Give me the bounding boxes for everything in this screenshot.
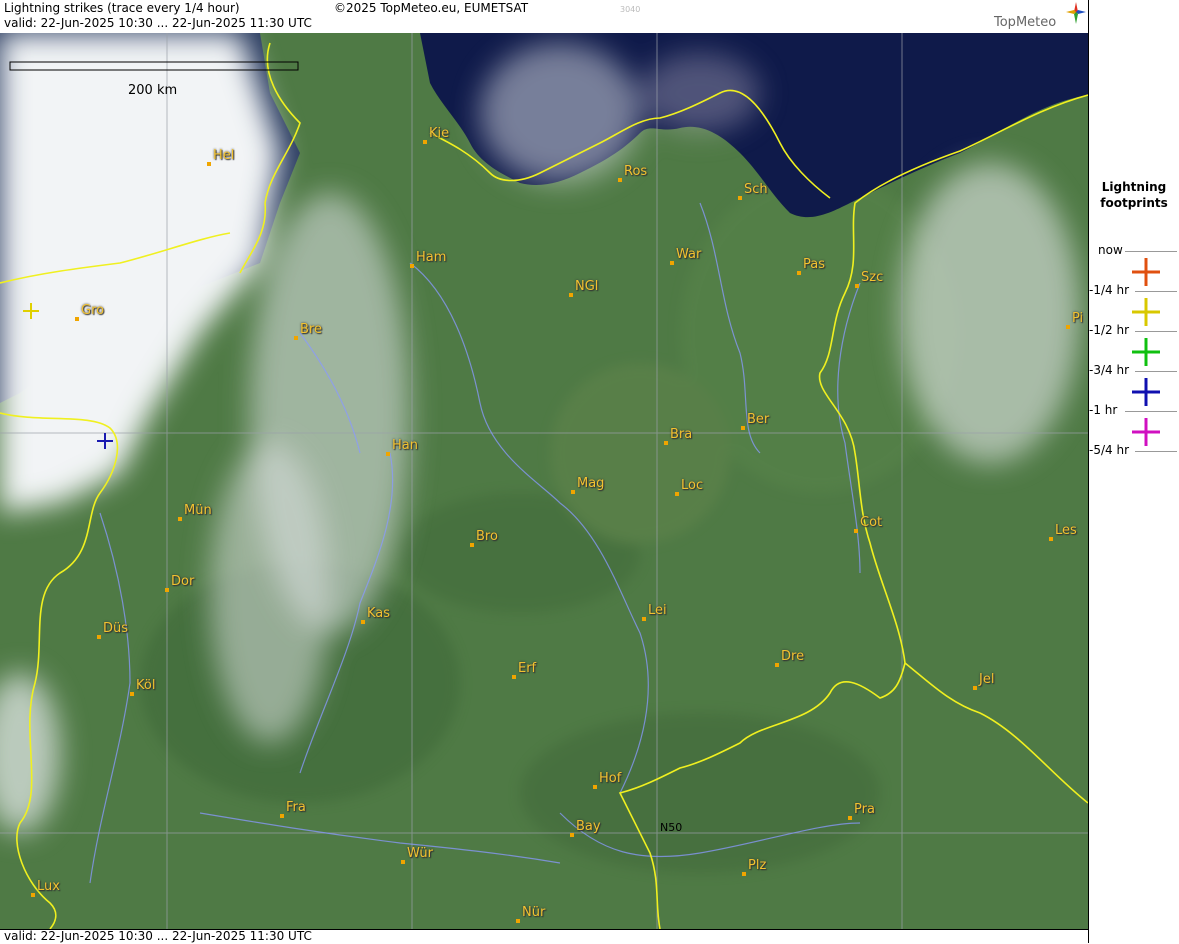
- map-title: Lightning strikes (trace every 1/4 hour): [4, 1, 240, 15]
- legend-label: -3/4 hr: [1089, 363, 1129, 377]
- legend-cross-icon: [1132, 418, 1160, 446]
- legend-line: [1135, 291, 1177, 292]
- legend-label: now: [1098, 243, 1123, 257]
- legend-line: [1135, 451, 1177, 452]
- legend-line: [1135, 331, 1177, 332]
- map-canvas: [0, 33, 1088, 929]
- grid-label: N50: [660, 821, 683, 834]
- map-code: 3040: [620, 5, 641, 14]
- legend-label: -1/4 hr: [1089, 283, 1129, 297]
- copyright: ©2025 TopMeteo.eu, EUMETSAT: [334, 1, 529, 15]
- legend-label: -1 hr: [1089, 403, 1118, 417]
- legend-label: -5/4 hr: [1089, 443, 1129, 457]
- legend-cross-icon: [1132, 338, 1160, 366]
- legend-cross-icon: [1132, 258, 1160, 286]
- satellite-map: 200 km N50 Kie Hel Ros Sch Ham War Pas S…: [0, 33, 1088, 929]
- legend-label: -1/2 hr: [1089, 323, 1129, 337]
- header: Lightning strikes (trace every 1/4 hour)…: [0, 0, 1088, 33]
- lightning-strike-marker: [97, 433, 113, 449]
- valid-time: valid: 22-Jun-2025 10:30 ... 22-Jun-2025…: [4, 16, 312, 30]
- legend-line: [1125, 251, 1177, 252]
- topmeteo-logo: TopMeteo: [994, 15, 1057, 30]
- footer-valid-time: valid: 22-Jun-2025 10:30 ... 22-Jun-2025…: [4, 929, 312, 943]
- scale-label: 200 km: [128, 83, 178, 98]
- compass-star-icon: [1066, 2, 1086, 24]
- footer: valid: 22-Jun-2025 10:30 ... 22-Jun-2025…: [0, 929, 1088, 944]
- lightning-strike-marker: [23, 303, 39, 319]
- legend-line: [1125, 411, 1177, 412]
- legend-panel: Lightning footprints now -1/4 hr -1/2 hr…: [1089, 33, 1179, 929]
- legend-line: [1135, 371, 1177, 372]
- legend-title: Lightning footprints: [1100, 180, 1168, 210]
- legend-cross-icon: [1132, 378, 1160, 406]
- legend-cross-icon: [1132, 298, 1160, 326]
